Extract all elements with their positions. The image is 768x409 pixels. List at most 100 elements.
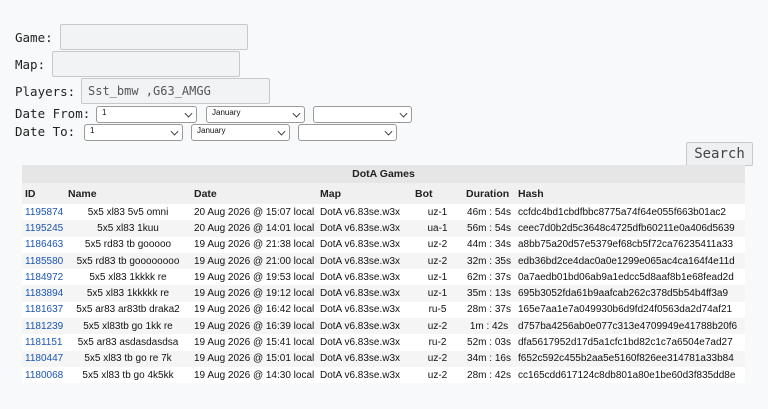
cell-name: 5x5 xl83 1kkkkk re	[65, 285, 191, 302]
cell-duration: 34m : 16s	[463, 350, 515, 367]
cell-name: 5x5 ar83 asdasdasdsa	[65, 334, 191, 351]
table-row: 1184972 5x5 xl83 1kkkk re 19 Aug 2026 @ 19…	[22, 269, 745, 286]
cell-hash: edb36bd2ce4dac0a0e1299e065ac4ca164f4e11d	[515, 252, 745, 270]
date-from-month-select[interactable]: January	[206, 106, 305, 123]
table-row: 1186463 5x5 rd83 tb gooooo 19 Aug 2026 @ 2…	[22, 236, 745, 253]
column-header-duration[interactable]: Duration	[463, 183, 515, 204]
cell-id: 1180447	[22, 350, 65, 367]
players-input[interactable]	[81, 78, 270, 104]
game-id-link[interactable]: 1185580	[25, 256, 63, 267]
cell-id: 1180068	[22, 366, 65, 384]
game-id-link[interactable]: 1195245	[25, 223, 63, 234]
cell-map: DotA v6.83se.w3x	[317, 318, 412, 335]
cell-hash: d757ba4256ab0e077c313e4709949e41788b20f6	[515, 318, 745, 335]
game-id-link[interactable]: 1184972	[25, 272, 63, 283]
chevron-down-icon	[292, 109, 301, 118]
date-to-year-select[interactable]	[298, 124, 397, 141]
cell-hash: 165e7aa1e7a049930b6d9fd24f0563da2d74af21	[515, 301, 745, 319]
cell-bot: ru-5	[412, 301, 463, 319]
chevron-down-icon	[399, 109, 408, 118]
search-button[interactable]: Search	[686, 142, 753, 166]
cell-duration: 28m : 42s	[463, 366, 515, 384]
cell-name: 5x5 xl83 1kkkk re	[65, 269, 191, 286]
table-row: 1180068 5x5 xl83 tb go 4k5kk 19 Aug 2026 @…	[22, 366, 745, 384]
cell-id: 1181239	[22, 318, 65, 335]
game-id-link[interactable]: 1186463	[25, 239, 63, 250]
table-row: 1180447 5x5 xl83 tb go re 7k 19 Aug 2026 @…	[22, 350, 745, 367]
column-header-name[interactable]: Name	[65, 183, 191, 204]
cell-name: 5x5 rd83 tb goooooooo	[65, 252, 191, 270]
chevron-down-icon	[384, 127, 393, 136]
cell-date: 19 Aug 2026 @ 14:30 local	[191, 366, 317, 384]
game-id-link[interactable]: 1180447	[25, 353, 63, 364]
cell-duration: 32m : 35s	[463, 252, 515, 270]
date-to-label: Date To:	[15, 124, 76, 139]
table-row: 1185580 5x5 rd83 tb goooooooo 19 Aug 2026 …	[22, 252, 745, 270]
cell-bot: uz-2	[412, 350, 463, 367]
date-to-month-value: January	[197, 126, 226, 135]
cell-duration: 44m : 34s	[463, 236, 515, 253]
cell-id: 1186463	[22, 236, 65, 253]
cell-bot: uz-1	[412, 204, 463, 221]
cell-duration: 56m : 54s	[463, 220, 515, 237]
cell-duration: 35m : 13s	[463, 285, 515, 302]
cell-date: 19 Aug 2026 @ 21:00 local	[191, 252, 317, 270]
column-header-date[interactable]: Date	[191, 183, 317, 204]
cell-hash: dfa5617952d17d5a1cfc1bd82c1c7a6504e7ad27	[515, 334, 745, 351]
cell-bot: uz-1	[412, 269, 463, 286]
date-to-day-value: 1	[90, 126, 95, 135]
cell-duration: 46m : 54s	[463, 204, 515, 221]
game-id-link[interactable]: 1180068	[25, 370, 63, 381]
cell-hash: cc165cdd617124c8db801a80e1be60d3f835dd8e	[515, 366, 745, 384]
map-input[interactable]	[52, 51, 240, 77]
cell-hash: 0a7aedb01bd06ab9a1edcc5d8aaf8b1e68fead2d	[515, 269, 745, 286]
game-id-link[interactable]: 1181239	[25, 321, 63, 332]
date-to-month-select[interactable]: January	[191, 124, 290, 141]
cell-date: 19 Aug 2026 @ 21:38 local	[191, 236, 317, 253]
game-input[interactable]	[60, 24, 248, 50]
cell-name: 5x5 xl83tb go 1kk re	[65, 318, 191, 335]
cell-name: 5x5 xl83 tb go re 7k	[65, 350, 191, 367]
game-id-link[interactable]: 1183894	[25, 288, 63, 299]
cell-duration: 28m : 37s	[463, 301, 515, 319]
column-header-bot[interactable]: Bot	[412, 183, 463, 204]
cell-bot: ua-1	[412, 220, 463, 237]
date-from-year-select[interactable]	[313, 106, 412, 123]
cell-map: DotA v6.83se.w3x	[317, 285, 412, 302]
cell-date: 20 Aug 2026 @ 15:07 local	[191, 204, 317, 221]
cell-duration: 1m : 42s	[463, 318, 515, 335]
cell-date: 19 Aug 2026 @ 19:53 local	[191, 269, 317, 286]
games-table: ID Name Date Map Bot Duration Hash 11958…	[22, 183, 745, 384]
cell-date: 19 Aug 2026 @ 16:42 local	[191, 301, 317, 319]
date-from-day-select[interactable]: 1	[96, 106, 197, 123]
column-header-hash[interactable]: Hash	[515, 183, 745, 204]
cell-id: 1195874	[22, 204, 65, 221]
cell-id: 1195245	[22, 220, 65, 237]
date-to-day-select[interactable]: 1	[84, 124, 183, 141]
cell-duration: 62m : 37s	[463, 269, 515, 286]
game-id-link[interactable]: 1181637	[25, 304, 63, 315]
cell-date: 19 Aug 2026 @ 19:12 local	[191, 285, 317, 302]
game-id-link[interactable]: 1195874	[25, 207, 63, 218]
column-header-id[interactable]: ID	[22, 183, 65, 204]
cell-date: 20 Aug 2026 @ 14:01 local	[191, 220, 317, 237]
cell-map: DotA v6.83se.w3x	[317, 334, 412, 351]
table-title: DotA Games	[22, 165, 745, 183]
table-row: 1181239 5x5 xl83tb go 1kk re 19 Aug 2026 @…	[22, 318, 745, 335]
cell-bot: uz-2	[412, 252, 463, 270]
chevron-down-icon	[277, 127, 286, 136]
cell-map: DotA v6.83se.w3x	[317, 269, 412, 286]
cell-bot: uz-2	[412, 366, 463, 384]
cell-date: 19 Aug 2026 @ 16:39 local	[191, 318, 317, 335]
game-id-link[interactable]: 1181151	[25, 337, 62, 348]
cell-hash: a8bb75a20d57e5379ef68cb5f72ca76235411a33	[515, 236, 745, 253]
cell-name: 5x5 ar83 ar83tb draka2	[65, 301, 191, 319]
cell-hash: ceec7d0b2d5c3648c4725dfb60211e0a406d5639	[515, 220, 745, 237]
column-header-map[interactable]: Map	[317, 183, 412, 204]
cell-hash: 695b3052fda61b9aafcab262c378d5b54b4ff3a9	[515, 285, 745, 302]
cell-map: DotA v6.83se.w3x	[317, 252, 412, 270]
cell-name: 5x5 rd83 tb gooooo	[65, 236, 191, 253]
cell-map: DotA v6.83se.w3x	[317, 204, 412, 221]
cell-id: 1181637	[22, 301, 65, 319]
cell-hash: f652c592c455b2aa5e5160f826ee314781a33b84	[515, 350, 745, 367]
